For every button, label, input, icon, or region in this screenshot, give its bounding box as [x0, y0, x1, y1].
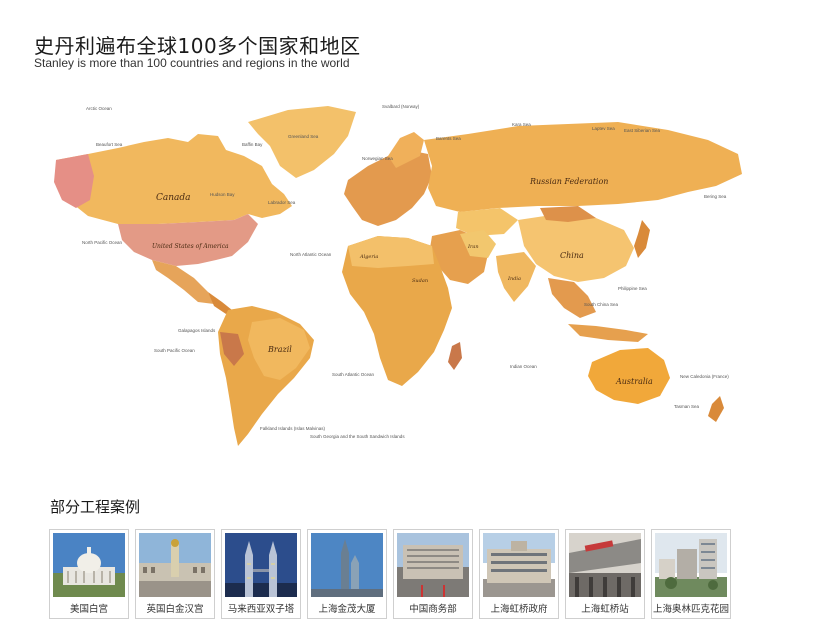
map-southeast-asia — [548, 278, 596, 318]
label-indian-ocean: Indian Ocean — [510, 364, 537, 369]
cases-gallery: 美国白宫 英国白金汉宫 马来西亚双子塔 上海金茂大厦 中国商务部 上海虹桥政府 … — [49, 529, 731, 619]
page-title-en: Stanley is more than 100 countries and r… — [34, 56, 350, 70]
case-thumb — [569, 533, 641, 597]
label-canada: Canada — [156, 193, 191, 203]
map-greenland — [248, 106, 356, 178]
map-russia — [424, 122, 742, 212]
label-new-caledonia: New Caledonia (France) — [680, 374, 729, 379]
page-title-zh: 史丹利遍布全球100多个国家和地区 — [34, 34, 361, 58]
case-card-ministry-of-commerce[interactable]: 中国商务部 — [393, 529, 473, 619]
case-thumb — [139, 533, 211, 597]
map-mexico — [152, 260, 214, 304]
map-indonesia — [568, 324, 648, 342]
label-south-china-sea: South China Sea — [584, 302, 619, 307]
label-south-pacific: South Pacific Ocean — [154, 348, 195, 353]
label-philippine-sea: Philippine Sea — [618, 286, 647, 291]
label-algeria: Algeria — [359, 254, 378, 260]
map-kazakhstan — [456, 208, 518, 236]
case-caption: 上海虹桥政府 — [490, 604, 548, 615]
case-card-hongqiao-station[interactable]: 上海虹桥站 — [565, 529, 645, 619]
label-east-siberian-sea: East Siberian Sea — [624, 128, 661, 133]
label-galapagos: Galapagos Islands — [178, 328, 216, 333]
label-australia: Australia — [615, 377, 653, 386]
case-caption: 美国白宫 — [69, 604, 108, 615]
label-south-georgia: South Georgia and the South Sandwich Isl… — [310, 434, 405, 439]
case-card-white-house[interactable]: 美国白宫 — [49, 529, 129, 619]
case-caption: 中国商务部 — [409, 604, 457, 615]
map-china — [518, 214, 634, 282]
map-europe — [344, 150, 432, 226]
map-north-africa — [348, 236, 434, 268]
label-tasman-sea: Tasman Sea — [674, 404, 700, 409]
map-new-zealand — [708, 396, 724, 422]
case-thumb — [655, 533, 727, 597]
label-north-atlantic: North Atlantic Ocean — [290, 252, 332, 257]
label-barents-sea: Barents Sea — [436, 136, 461, 141]
label-south-atlantic: South Atlantic Ocean — [332, 372, 375, 377]
world-map: Canada United States of America Russian … — [48, 96, 748, 458]
map-australia — [588, 348, 670, 404]
case-thumb — [311, 533, 383, 597]
case-caption: 马来西亚双子塔 — [227, 604, 295, 615]
label-laptev-sea: Laptev Sea — [592, 126, 615, 131]
label-iran: Iran — [467, 244, 479, 250]
label-beaufort-sea: Beaufort Sea — [96, 142, 123, 147]
label-kara-sea: Kara Sea — [512, 122, 531, 127]
label-india: India — [507, 276, 521, 282]
case-card-buckingham-palace[interactable]: 英国白金汉宫 — [135, 529, 215, 619]
label-falkland: Falkland Islands (Islas Malvinas) — [260, 426, 326, 431]
case-caption: 上海金茂大厦 — [318, 604, 376, 615]
map-japan — [634, 220, 650, 258]
map-madagascar — [448, 342, 462, 370]
label-china: China — [560, 251, 584, 260]
label-labrador-sea: Labrador Sea — [268, 200, 296, 205]
case-caption: 上海奥林匹克花园 — [653, 604, 730, 615]
case-card-olympic-garden[interactable]: 上海奥林匹克花园 — [651, 529, 731, 619]
cases-section-title: 部分工程案例 — [50, 498, 141, 516]
label-baffin-bay: Baffin Bay — [242, 142, 263, 147]
label-norwegian-sea: Norwegian Sea — [362, 156, 393, 161]
label-north-pacific: North Pacific Ocean — [82, 240, 123, 245]
case-thumb — [483, 533, 555, 597]
label-usa: United States of America — [152, 243, 229, 250]
case-card-hongqiao-government[interactable]: 上海虹桥政府 — [479, 529, 559, 619]
label-russia: Russian Federation — [529, 177, 608, 186]
case-thumb — [225, 533, 297, 597]
label-greenland-sea: Greenland Sea — [288, 134, 319, 139]
label-sudan: Sudan — [412, 278, 428, 284]
case-card-jin-mao-tower[interactable]: 上海金茂大厦 — [307, 529, 387, 619]
map-alaska — [54, 154, 94, 208]
case-caption: 英国白金汉宫 — [146, 604, 204, 615]
case-caption: 上海虹桥站 — [581, 604, 629, 615]
case-thumb — [397, 533, 469, 597]
case-thumb — [53, 533, 125, 597]
label-hudson-bay: Hudson Bay — [210, 192, 235, 197]
label-svalbard: Svalbard (Norway) — [382, 104, 420, 109]
label-brazil: Brazil — [267, 345, 292, 354]
label-bering-sea: Bering Sea — [704, 194, 727, 199]
label-arctic-ocean: Arctic Ocean — [86, 106, 112, 111]
case-card-petronas-towers[interactable]: 马来西亚双子塔 — [221, 529, 301, 619]
